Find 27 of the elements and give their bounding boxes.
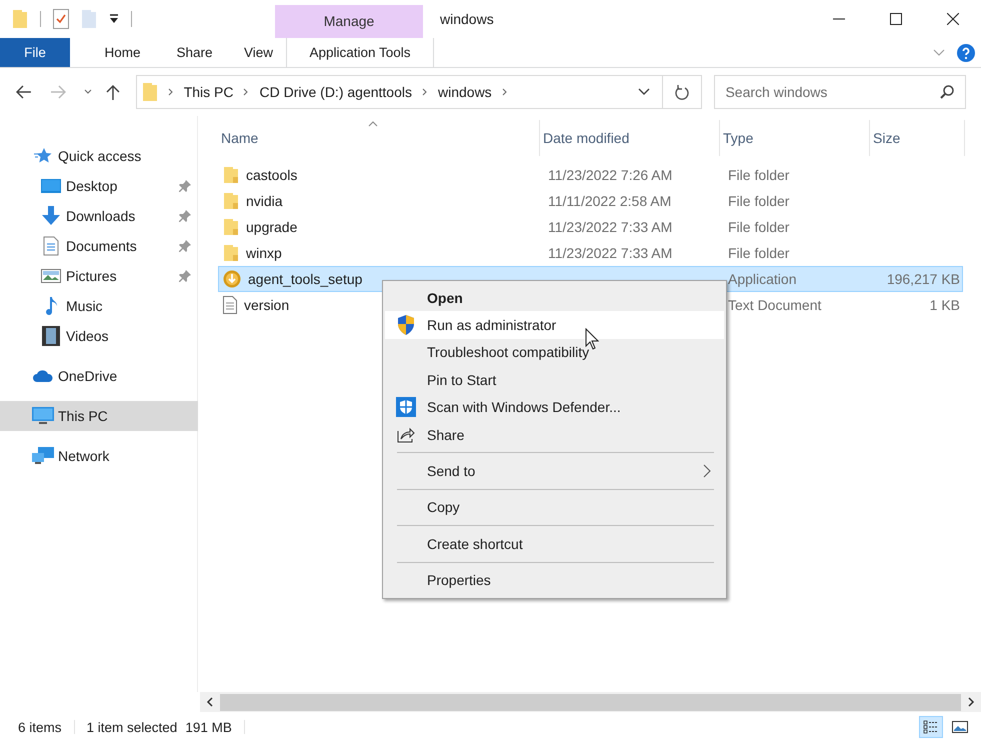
- file-size: 196,217 KB: [886, 271, 960, 287]
- window-title: windows: [440, 11, 494, 27]
- date-modified: 11/23/2022 7:26 AM: [548, 167, 672, 183]
- file-type: File folder: [728, 245, 790, 261]
- file-type: File folder: [728, 167, 790, 183]
- date-modified: 11/23/2022 7:33 AM: [548, 245, 672, 261]
- file-type: File folder: [728, 193, 790, 209]
- selection-size: 191 MB: [185, 720, 232, 734]
- file-name: winxp: [246, 245, 282, 261]
- file-size: 1 KB: [930, 297, 960, 313]
- file-name: agent_tools_setup: [248, 271, 362, 287]
- item-count: 6 items: [18, 720, 62, 734]
- file-name: version: [244, 297, 290, 313]
- column-label: Type: [723, 130, 754, 146]
- file-type: Text Document: [728, 297, 822, 313]
- selection-count: 1 item selected: [86, 720, 178, 734]
- column-label: Name: [221, 130, 258, 146]
- file-type: Application: [728, 271, 796, 287]
- file-name: nvidia: [246, 193, 283, 209]
- file-name: upgrade: [246, 219, 298, 235]
- file-name: castools: [246, 167, 298, 183]
- date-modified: 11/11/2022 2:58 AM: [548, 193, 672, 209]
- column-label: Size: [873, 130, 900, 146]
- file-type: File folder: [728, 219, 790, 235]
- date-modified: 11/23/2022 7:33 AM: [548, 219, 672, 235]
- column-label: Date modified: [543, 130, 630, 146]
- tab-group-header: Manage: [275, 5, 423, 38]
